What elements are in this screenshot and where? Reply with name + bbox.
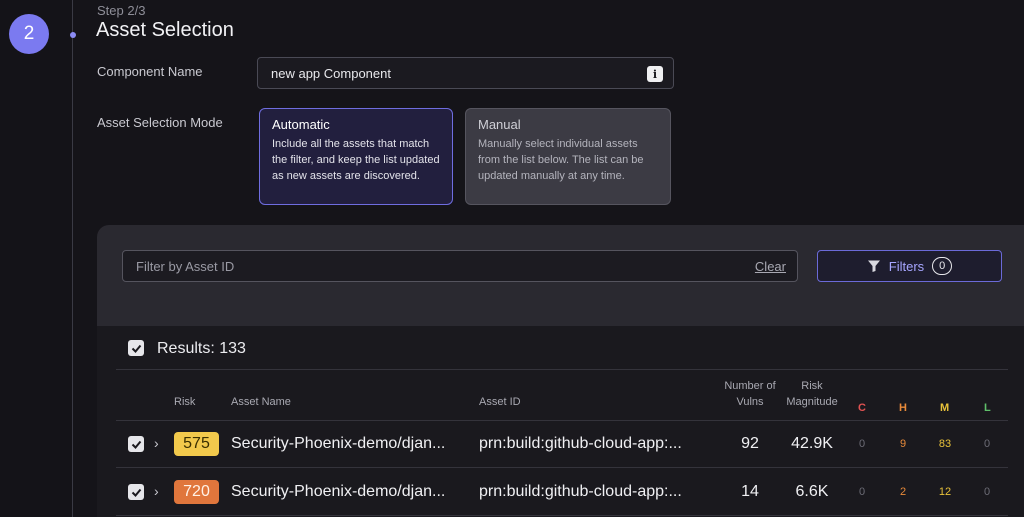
step-label: Step 2/3 bbox=[97, 3, 146, 18]
asset-id-cell: prn:build:github-cloud-app:... bbox=[479, 435, 682, 452]
filters-count-badge: 0 bbox=[932, 257, 953, 275]
funnel-icon bbox=[867, 260, 880, 272]
asset-id-filter-input[interactable]: Filter by Asset ID Clear bbox=[122, 250, 798, 282]
asset-name-cell[interactable]: Security-Phoenix-demo/djan... bbox=[231, 483, 445, 501]
asset-id-cell: prn:build:github-cloud-app:... bbox=[479, 483, 682, 500]
col-header-medium[interactable]: M bbox=[940, 402, 949, 414]
col-header-vulns-line1: Number of bbox=[724, 380, 776, 392]
asset-selection-mode-label: Asset Selection Mode bbox=[97, 115, 223, 130]
row-checkbox[interactable] bbox=[128, 484, 144, 500]
risk-score-badge: 720 bbox=[174, 480, 219, 504]
col-header-high[interactable]: H bbox=[899, 402, 907, 414]
high-count-cell: 2 bbox=[899, 486, 907, 498]
low-count-cell: 0 bbox=[983, 486, 991, 498]
col-header-magnitude[interactable]: Risk Magnitude bbox=[780, 380, 844, 408]
vulns-count-cell: 14 bbox=[741, 483, 759, 500]
mode-automatic-card[interactable]: Automatic Include all the assets that ma… bbox=[259, 108, 453, 205]
component-name-label: Component Name bbox=[97, 64, 203, 79]
filters-label: Filters bbox=[888, 258, 925, 274]
asset-name-cell[interactable]: Security-Phoenix-demo/djan... bbox=[231, 435, 445, 453]
vulns-count-cell: 92 bbox=[741, 435, 759, 452]
mode-manual-description: Manually select individual assets from t… bbox=[478, 138, 644, 182]
checkmark-icon bbox=[131, 344, 141, 353]
critical-count-cell: 0 bbox=[858, 486, 866, 498]
info-icon[interactable]: i bbox=[647, 66, 663, 82]
checkmark-icon bbox=[131, 488, 141, 497]
mode-manual-title: Manual bbox=[478, 117, 521, 132]
row-checkbox[interactable] bbox=[128, 436, 144, 452]
high-count-cell: 9 bbox=[899, 438, 907, 450]
risk-score-badge: 575 bbox=[174, 432, 219, 456]
checkmark-icon bbox=[131, 440, 141, 449]
medium-count-cell: 83 bbox=[938, 438, 952, 450]
chevron-right-icon[interactable]: › bbox=[154, 483, 159, 499]
filters-button[interactable]: Filters 0 bbox=[817, 250, 1002, 282]
mode-automatic-title: Automatic bbox=[272, 117, 330, 132]
component-name-input[interactable]: new app Component i bbox=[257, 57, 674, 89]
risk-magnitude-cell: 42.9K bbox=[791, 435, 833, 452]
stepper-dot bbox=[70, 32, 76, 38]
mode-automatic-description: Include all the assets that match the fi… bbox=[272, 138, 440, 182]
page-title: Asset Selection bbox=[96, 19, 234, 41]
col-header-vulns[interactable]: Number of Vulns bbox=[715, 380, 785, 408]
col-header-magnitude-line2: Magnitude bbox=[786, 396, 838, 408]
divider bbox=[116, 515, 1008, 516]
col-header-asset-name[interactable]: Asset Name bbox=[231, 396, 291, 408]
left-rail bbox=[0, 0, 72, 517]
chevron-right-icon[interactable]: › bbox=[154, 435, 159, 451]
stepper-line bbox=[72, 0, 73, 517]
divider bbox=[116, 467, 1008, 468]
risk-magnitude-cell: 6.6K bbox=[795, 483, 829, 500]
col-header-vulns-line2: Vulns bbox=[736, 396, 764, 408]
divider bbox=[116, 420, 1008, 421]
col-header-magnitude-line1: Risk bbox=[801, 380, 823, 392]
asset-id-filter-placeholder: Filter by Asset ID bbox=[136, 258, 235, 274]
col-header-critical[interactable]: C bbox=[858, 402, 866, 414]
select-all-checkbox[interactable] bbox=[128, 340, 144, 356]
divider bbox=[116, 369, 1008, 370]
col-header-risk[interactable]: Risk bbox=[174, 396, 195, 408]
low-count-cell: 0 bbox=[983, 438, 991, 450]
results-count: Results: 133 bbox=[157, 340, 246, 357]
component-name-value: new app Component bbox=[271, 65, 391, 81]
col-header-asset-id[interactable]: Asset ID bbox=[479, 396, 521, 408]
step-number-badge: 2 bbox=[9, 14, 49, 54]
mode-manual-card[interactable]: Manual Manually select individual assets… bbox=[465, 108, 671, 205]
critical-count-cell: 0 bbox=[858, 438, 866, 450]
col-header-low[interactable]: L bbox=[984, 402, 991, 414]
clear-link[interactable]: Clear bbox=[755, 259, 786, 274]
medium-count-cell: 12 bbox=[938, 486, 952, 498]
